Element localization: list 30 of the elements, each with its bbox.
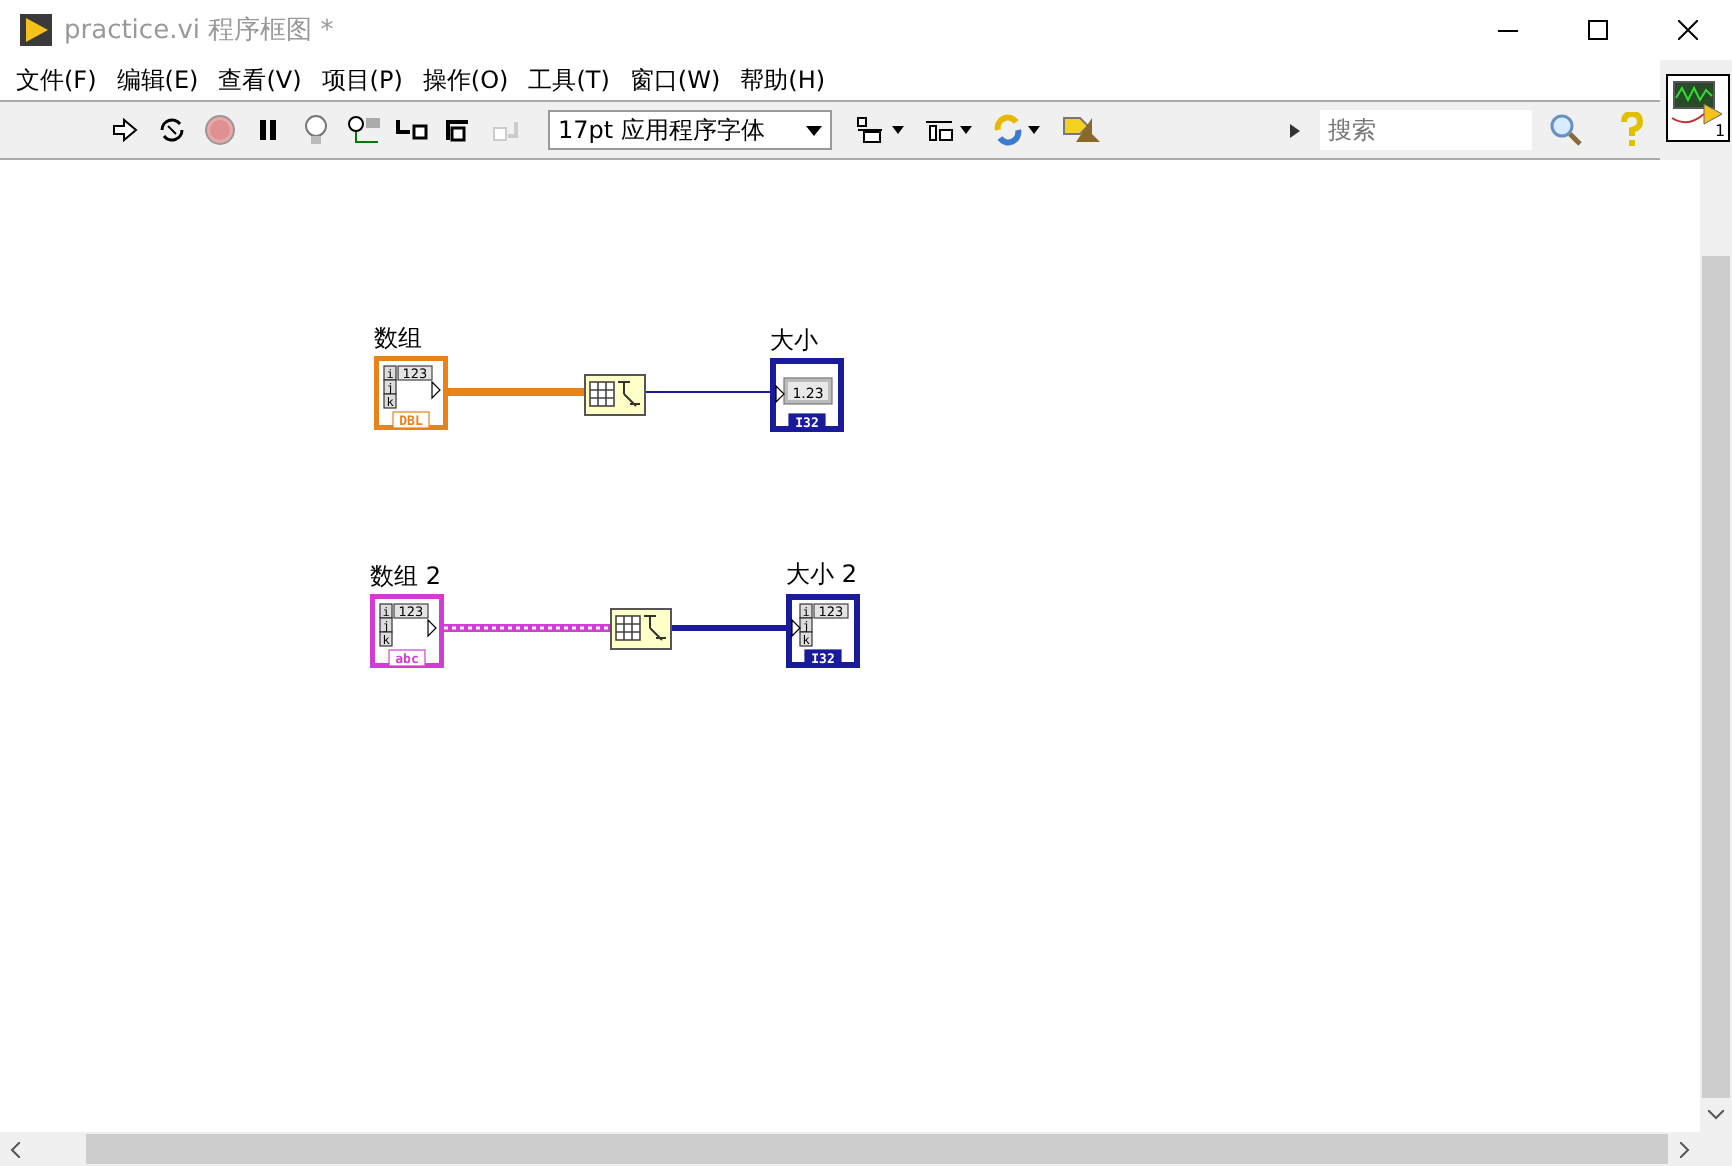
maximize-icon: [1587, 20, 1607, 40]
dropdown-caret-icon: [806, 125, 822, 135]
terminal-label: 数组: [374, 324, 422, 352]
expand-arrow-icon[interactable]: [1290, 123, 1300, 137]
scroll-down-icon[interactable]: [1708, 1110, 1724, 1121]
menu-item[interactable]: 项目(P): [313, 63, 415, 97]
search-icon[interactable]: [1548, 112, 1584, 148]
menu-item[interactable]: 窗口(W): [621, 63, 733, 97]
window-title: practice.vi 程序框图 *: [64, 14, 334, 48]
menu-item[interactable]: 编辑(E): [108, 63, 211, 97]
terminal-label: 数组 2: [370, 562, 441, 590]
close-icon: [1677, 20, 1697, 40]
terminal-label: 大小 2: [786, 560, 857, 588]
scroll-right-icon[interactable]: [1679, 1141, 1690, 1157]
wire[interactable]: [444, 624, 610, 632]
menu-item[interactable]: 查看(V): [210, 63, 314, 97]
horizontal-scrollbar[interactable]: [0, 1132, 1732, 1166]
menu-item[interactable]: 操作(O): [414, 63, 521, 97]
menu-item[interactable]: 帮助(H): [732, 63, 838, 97]
array-size-function[interactable]: [584, 374, 646, 416]
vi-icon[interactable]: [1671, 81, 1723, 125]
menu-item[interactable]: 文件(F): [8, 63, 109, 97]
menu-item[interactable]: 工具(T): [520, 63, 622, 97]
array-size-function[interactable]: [610, 608, 672, 650]
scroll-left-icon[interactable]: [10, 1141, 21, 1157]
labview-logo-icon: [20, 14, 52, 46]
font-dropdown[interactable]: 17pt 应用程序字体: [548, 110, 832, 150]
icon-number: 1: [1714, 122, 1726, 140]
terminal-label: 大小: [770, 326, 818, 354]
search-field[interactable]: 搜索: [1320, 110, 1532, 150]
